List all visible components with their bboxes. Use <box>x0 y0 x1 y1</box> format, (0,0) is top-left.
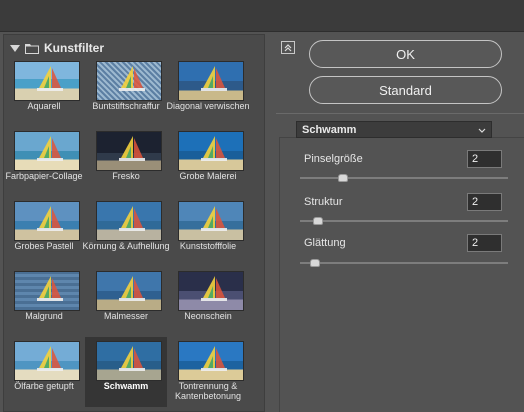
folder-icon <box>25 43 39 54</box>
filter-label: Ölfarbe getupft <box>14 381 74 391</box>
pinselgroesse-track[interactable] <box>300 177 508 179</box>
glaettung-slider[interactable] <box>310 259 320 267</box>
category-header[interactable]: Kunstfilter <box>10 40 104 56</box>
glaettung-input[interactable]: 2 <box>467 234 502 252</box>
param-label-glaettung: Glättung <box>304 237 346 249</box>
filter-select-value: Schwamm <box>302 123 357 136</box>
filter-preview-image <box>96 131 162 171</box>
category-label: Kunstfilter <box>44 41 104 55</box>
filter-label: Körnung & Aufhellung <box>82 241 170 251</box>
filter-thumbnail-4[interactable]: Farbpapier-Collage <box>3 127 85 197</box>
glaettung-track[interactable] <box>300 262 508 264</box>
filter-label: Tontrennung & Kantenbetonung <box>174 381 242 401</box>
filter-label: Grobe Malerei <box>179 171 237 181</box>
filter-preview-image <box>178 201 244 241</box>
filter-label: Buntstiftschraffur <box>92 101 160 111</box>
filter-preview-image <box>14 201 80 241</box>
struktur-input[interactable]: 2 <box>467 193 502 211</box>
filter-preview-image <box>14 131 80 171</box>
filter-label: Malmesser <box>103 311 148 321</box>
filter-thumbnail-11[interactable]: Malmesser <box>85 267 167 337</box>
param-label-pinselgroesse: Pinselgröße <box>304 153 363 165</box>
filter-preview-image <box>14 271 80 311</box>
ok-button[interactable]: OK <box>309 40 502 68</box>
filter-thumbnail-15[interactable]: Tontrennung & Kantenbetonung <box>167 337 249 407</box>
param-label-struktur: Struktur <box>304 196 343 208</box>
standard-button[interactable]: Standard <box>309 76 502 104</box>
filter-label: Malgrund <box>25 311 63 321</box>
filter-preview-image <box>96 271 162 311</box>
filter-label: Schwamm <box>103 381 149 391</box>
filter-thumbnail-2[interactable]: Buntstiftschraffur <box>85 57 167 127</box>
filter-preview-image <box>178 341 244 381</box>
filter-label: Fresko <box>112 171 140 181</box>
filter-thumbnail-13[interactable]: Ölfarbe getupft <box>3 337 85 407</box>
triangle-down-icon[interactable] <box>10 44 20 52</box>
filter-thumbnail-6[interactable]: Grobe Malerei <box>167 127 249 197</box>
filter-preview-image <box>14 341 80 381</box>
filter-thumbnail-3[interactable]: Diagonal verwischen <box>166 57 250 127</box>
filter-preview-image <box>96 61 162 101</box>
filter-label: Aquarell <box>27 101 61 111</box>
filter-thumbnail-9[interactable]: Kunststofffolie <box>167 197 249 267</box>
filter-label: Farbpapier-Collage <box>5 171 83 181</box>
filter-preview-image <box>96 341 162 381</box>
filter-preview-image <box>96 201 162 241</box>
filter-thumbnail-1[interactable]: Aquarell <box>3 57 85 127</box>
filter-preview-image <box>14 61 80 101</box>
chevron-down-icon <box>478 125 486 137</box>
filter-preview-image <box>178 271 244 311</box>
filter-preview-image <box>178 131 244 171</box>
filter-thumbnail-7[interactable]: Grobes Pastell <box>3 197 85 267</box>
collapse-icon[interactable] <box>281 41 295 54</box>
filter-thumbnail-8[interactable]: Körnung & Aufhellung <box>82 197 170 267</box>
filter-thumbnail-5[interactable]: Fresko <box>85 127 167 197</box>
filter-label: Diagonal verwischen <box>166 101 250 111</box>
pinselgroesse-slider[interactable] <box>338 174 348 182</box>
filter-preview-image <box>178 61 244 101</box>
filter-label: Kunststofffolie <box>179 241 237 251</box>
filter-thumbnail-14[interactable]: Schwamm <box>85 337 167 407</box>
pinselgroesse-input[interactable]: 2 <box>467 150 502 168</box>
struktur-track[interactable] <box>300 220 508 222</box>
filter-gallery-panel: Kunstfilter Aquarell Buntstiftschraffur Di… <box>3 34 265 412</box>
filter-label: Grobes Pastell <box>14 241 74 251</box>
divider <box>276 113 524 114</box>
struktur-slider[interactable] <box>313 217 323 225</box>
filter-thumbnail-12[interactable]: Neonschein <box>167 267 249 337</box>
filter-thumbnail-10[interactable]: Malgrund <box>3 267 85 337</box>
filter-label: Neonschein <box>184 311 232 321</box>
filter-select[interactable]: Schwamm <box>296 121 492 138</box>
title-bar <box>0 0 524 32</box>
